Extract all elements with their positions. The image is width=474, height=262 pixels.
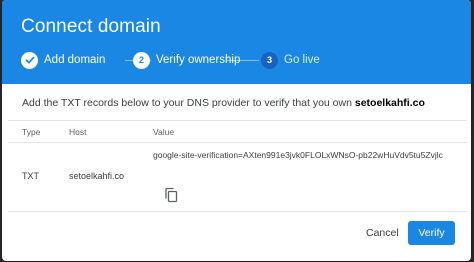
dialog-header: Connect domain Add domain 2 Verify owner… [2,0,471,84]
column-header-value: Value [153,127,175,137]
step-go-live: 3 Go live [261,51,320,69]
step-label: Go live [284,54,320,66]
cancel-button[interactable]: Cancel [355,221,410,245]
step-number: 2 [133,51,150,69]
step-label: Add domain [44,54,106,66]
record-value[interactable]: google-site-verification=AXten991e3jvk0F… [153,150,443,160]
record-type: TXT [22,171,39,181]
table-header-row: Type Host Value [8,120,467,143]
domain-name: setoelkahfi.co [354,97,425,109]
check-icon [21,51,38,69]
dialog-footer: Cancel Verify [2,213,471,261]
connect-domain-dialog: Connect domain Add domain 2 Verify owner… [2,0,471,261]
copy-icon[interactable] [163,187,179,203]
verify-button[interactable]: Verify [408,221,455,245]
record-host: setoelkahfi.co [69,171,125,181]
step-add-domain: Add domain [21,51,105,69]
dialog-title: Connect domain [21,16,161,37]
step-verify-ownership: 2 Verify ownership [133,51,240,69]
table-row: TXT setoelkahfi.co google-site-verificat… [8,143,467,212]
column-header-type: Type [22,127,41,137]
dns-records-table: Type Host Value TXT setoelkahfi.co googl… [8,120,467,212]
step-connector [227,60,259,61]
stepper: Add domain 2 Verify ownership 3 Go live [21,51,471,69]
step-number: 3 [261,51,278,69]
instruction-prefix: Add the TXT records below to your DNS pr… [22,97,355,109]
instruction-text: Add the TXT records below to your DNS pr… [22,97,425,109]
column-header-host: Host [69,127,87,137]
